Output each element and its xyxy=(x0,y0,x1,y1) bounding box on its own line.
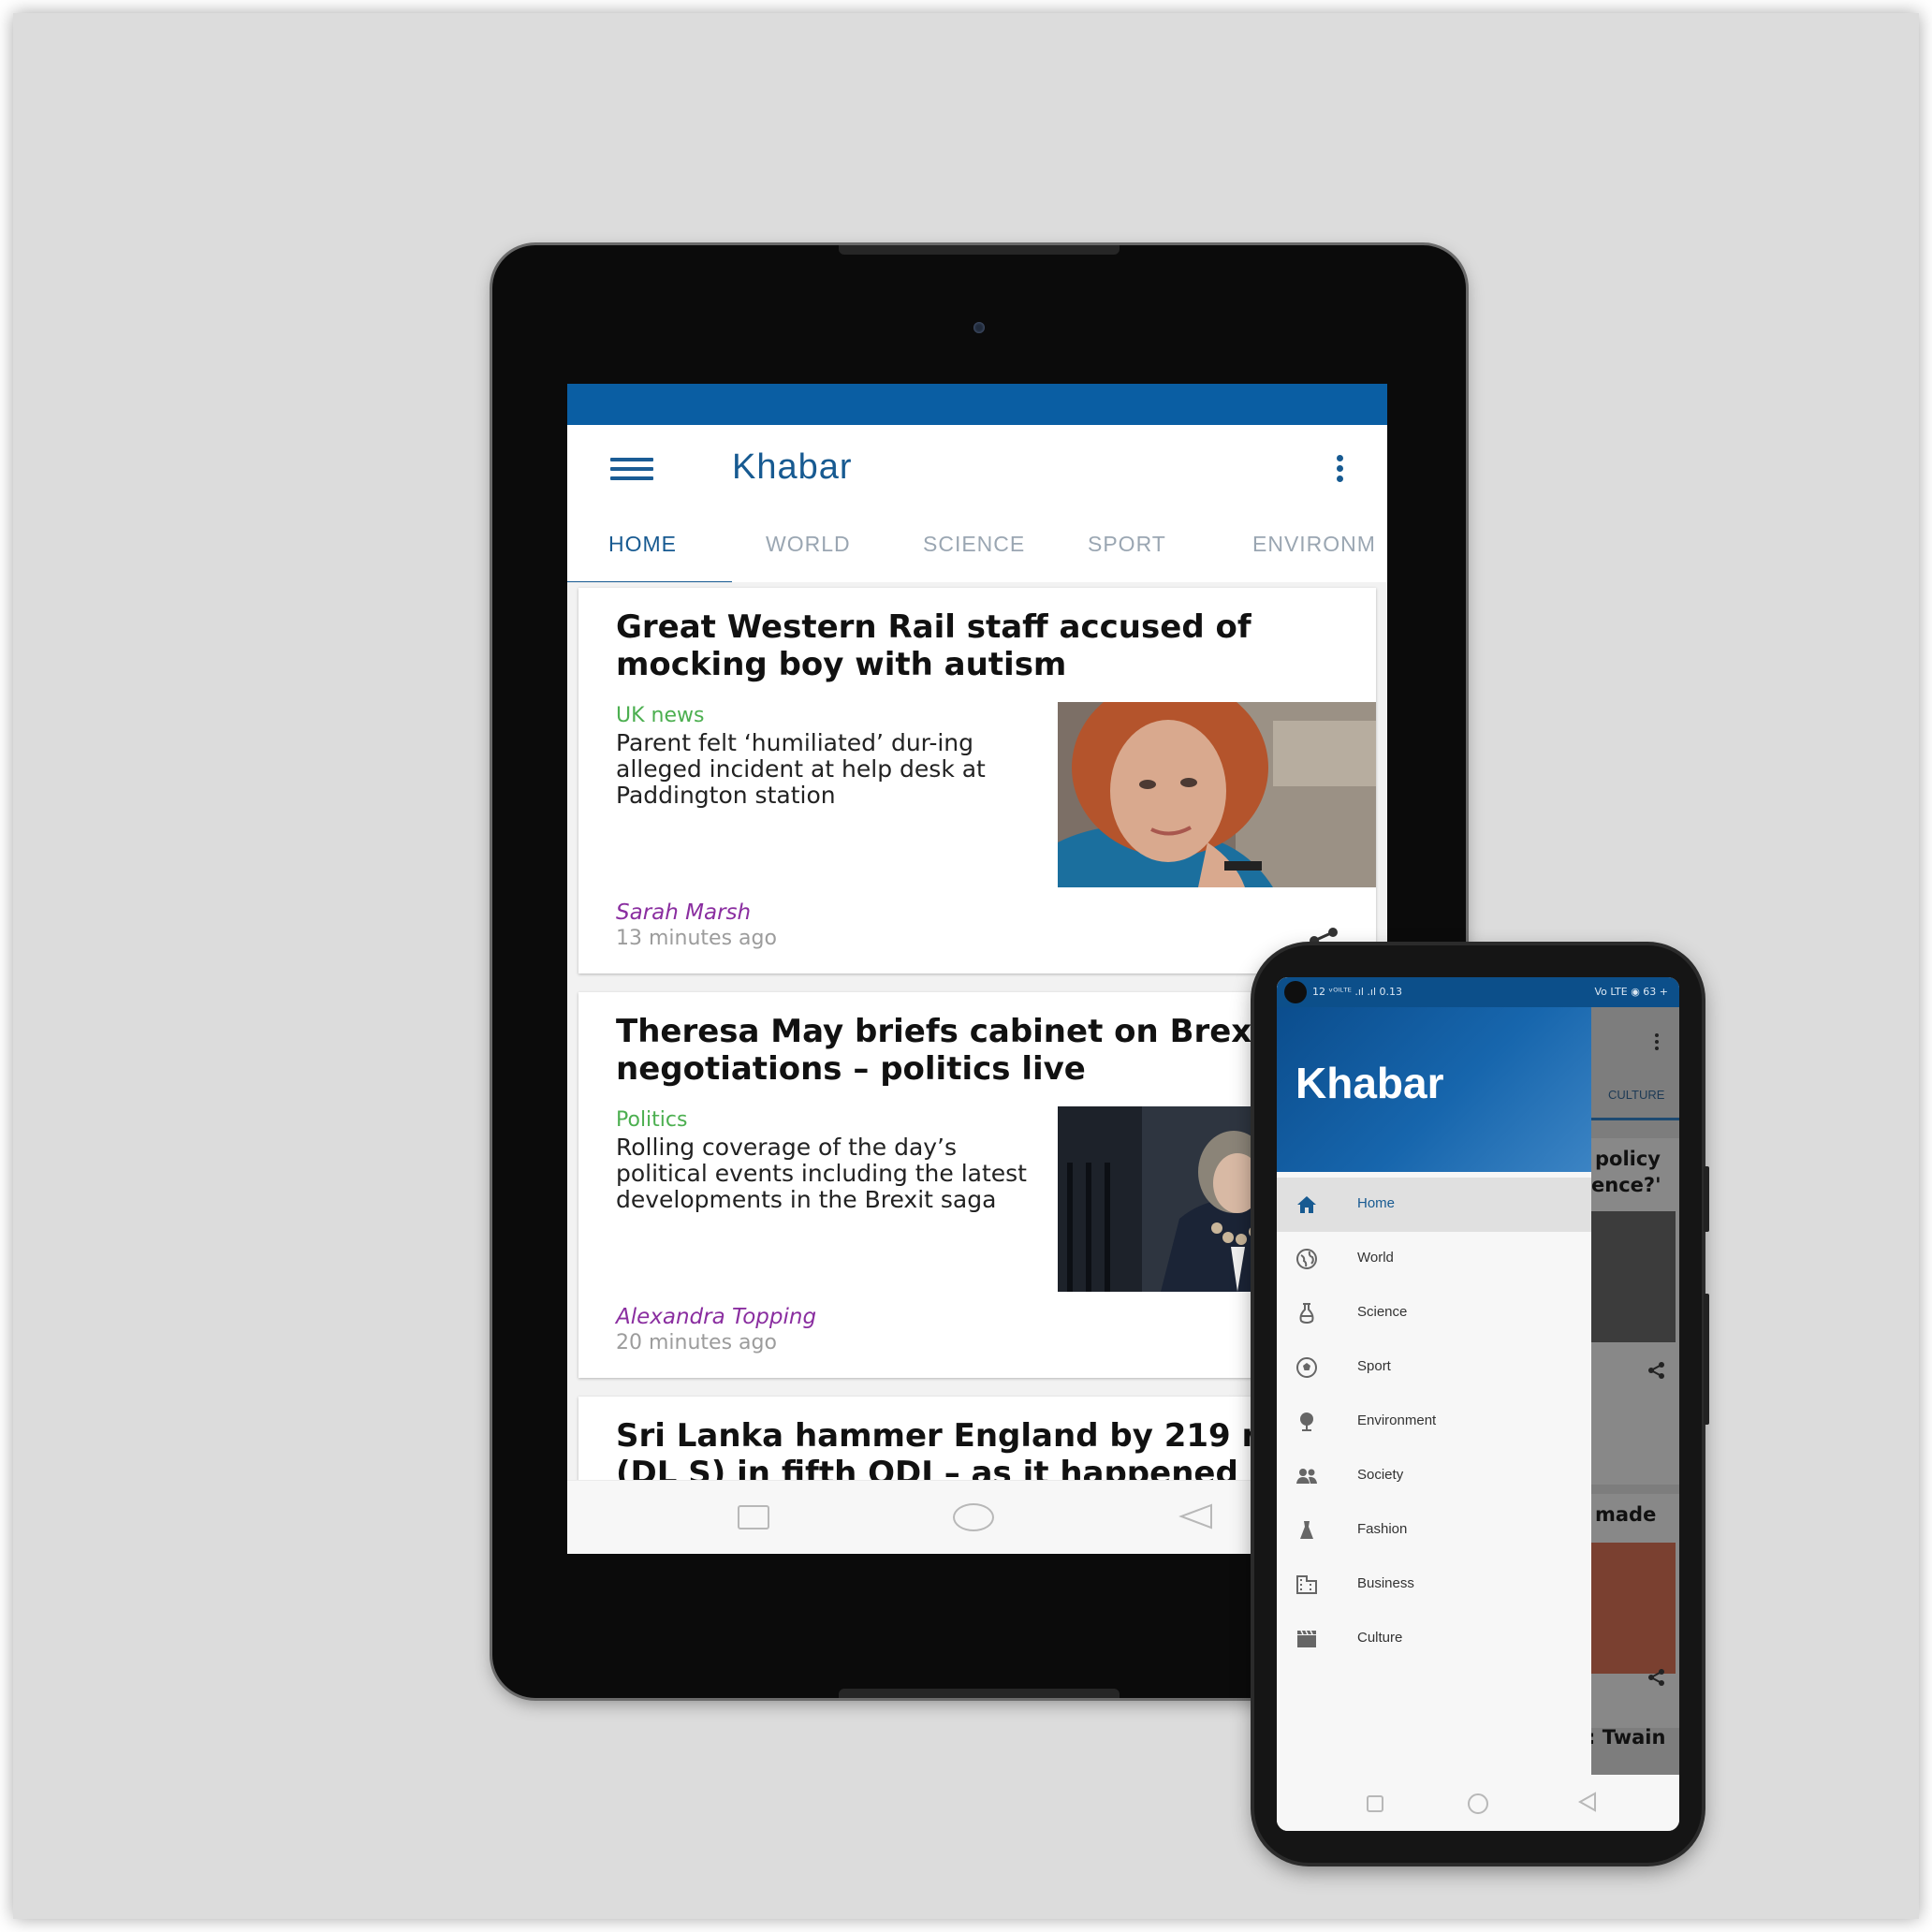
tablet-bezel-bottom xyxy=(839,1689,1120,1698)
dress-icon xyxy=(1295,1519,1318,1542)
peek-text: ence?' xyxy=(1591,1174,1661,1196)
drawer-item-label: Environment xyxy=(1357,1412,1437,1428)
phone-screen: CULTURE policy ence?' made : Twain 12 ᵛᴼ… xyxy=(1277,977,1679,1831)
drawer-item-fashion[interactable]: Fashion xyxy=(1277,1503,1591,1558)
app-title: Khabar xyxy=(732,447,853,487)
share-icon[interactable] xyxy=(1647,1361,1666,1383)
back-nav-icon[interactable] xyxy=(1577,1792,1597,1816)
article-author: Sarah Marsh xyxy=(616,900,752,925)
drawer-item-label: Society xyxy=(1357,1467,1404,1483)
article-time: 20 minutes ago xyxy=(616,1331,777,1354)
tablet-bezel-top xyxy=(839,245,1120,255)
peek-text: : Twain xyxy=(1588,1726,1666,1749)
home-nav-icon[interactable] xyxy=(953,1503,994,1531)
hamburger-menu-icon[interactable] xyxy=(610,458,653,482)
peek-text: policy xyxy=(1595,1148,1661,1170)
phone-device: CULTURE policy ence?' made : Twain 12 ᵛᴼ… xyxy=(1254,945,1709,1863)
article-title[interactable]: Theresa May briefs cabinet on Brexit neg… xyxy=(616,1013,1290,1088)
peek-thumbnail xyxy=(1591,1543,1676,1674)
building-icon xyxy=(1295,1573,1318,1596)
people-icon xyxy=(1295,1465,1318,1487)
article-time: 13 minutes ago xyxy=(616,927,777,950)
tablet-status-bar xyxy=(567,384,1387,425)
article-author: Alexandra Topping xyxy=(616,1305,817,1329)
tab-home[interactable]: HOME xyxy=(608,532,677,557)
drawer-item-label: Home xyxy=(1357,1195,1396,1211)
drawer-item-label: Science xyxy=(1357,1304,1408,1320)
article-title[interactable]: Sri Lanka hammer England by 219 ru (DL S… xyxy=(616,1417,1290,1481)
article-description: Rolling coverage of the day’s political … xyxy=(616,1134,1027,1213)
tab-sport[interactable]: SPORT xyxy=(1088,532,1166,557)
globe-icon xyxy=(1295,1248,1318,1270)
drawer-item-business[interactable]: Business xyxy=(1277,1558,1591,1612)
phone-navigation-bar xyxy=(1277,1775,1679,1831)
peek-text: made xyxy=(1595,1503,1657,1526)
drawer-header: Khabar xyxy=(1277,1007,1591,1172)
article-category: Politics xyxy=(616,1108,688,1132)
tab-culture[interactable]: CULTURE xyxy=(1608,1088,1664,1102)
tablet-app-bar: Khabar xyxy=(567,425,1387,504)
active-tab-indicator xyxy=(1591,1118,1679,1120)
drawer-item-label: World xyxy=(1357,1250,1394,1266)
soccer-ball-icon xyxy=(1295,1356,1318,1379)
drawer-item-society[interactable]: Society xyxy=(1277,1449,1591,1503)
peek-thumbnail xyxy=(1591,1211,1676,1342)
home-icon xyxy=(1295,1193,1318,1216)
drawer-item-culture[interactable]: Culture xyxy=(1277,1612,1591,1666)
front-camera-punch-hole xyxy=(1284,981,1307,1003)
more-options-icon[interactable] xyxy=(1655,1033,1659,1050)
back-nav-icon[interactable] xyxy=(1178,1501,1215,1535)
navigation-drawer: Khabar Home World Science Sport Environm… xyxy=(1277,977,1591,1831)
drawer-item-sport[interactable]: Sport xyxy=(1277,1340,1591,1395)
article-title[interactable]: Great Western Rail staff accused of mock… xyxy=(616,608,1290,683)
clapperboard-icon xyxy=(1295,1628,1318,1650)
share-icon[interactable] xyxy=(1647,1668,1666,1690)
recent-apps-icon[interactable] xyxy=(738,1505,769,1530)
drawer-item-science[interactable]: Science xyxy=(1277,1286,1591,1340)
tab-world[interactable]: WORLD xyxy=(766,532,851,557)
phone-status-bar: 12 ᵛᴼˡᴸᵀᴱ .ıl .ıl 0.13 Vo LTE ◉ 63 + xyxy=(1277,977,1679,1007)
drawer-item-label: Fashion xyxy=(1357,1521,1408,1537)
drawer-item-label: Culture xyxy=(1357,1630,1403,1646)
drawer-item-home[interactable]: Home xyxy=(1277,1178,1591,1232)
tree-icon xyxy=(1295,1411,1318,1433)
article-thumbnail[interactable] xyxy=(1058,702,1376,887)
article-category: UK news xyxy=(616,704,705,727)
home-nav-icon[interactable] xyxy=(1468,1793,1488,1814)
drawer-item-environment[interactable]: Environment xyxy=(1277,1395,1591,1449)
tab-science[interactable]: SCIENCE xyxy=(923,532,1025,557)
status-right-text: Vo LTE ◉ 63 + xyxy=(1594,986,1668,998)
drawer-item-world[interactable]: World xyxy=(1277,1232,1591,1286)
tablet-camera xyxy=(973,322,985,333)
drawer-item-label: Sport xyxy=(1357,1358,1391,1374)
tablet-tab-bar: HOME WORLD SCIENCE SPORT ENVIRONM xyxy=(567,504,1387,585)
article-description: Parent felt ‘humiliated’ dur-ing alleged… xyxy=(616,729,986,809)
drawer-item-label: Business xyxy=(1357,1575,1414,1591)
phone-volume-button xyxy=(1704,1166,1709,1232)
phone-power-button xyxy=(1704,1294,1709,1425)
background-stage: Khabar HOME WORLD SCIENCE SPORT ENVIRONM… xyxy=(13,13,1919,1919)
recent-apps-icon[interactable] xyxy=(1367,1795,1383,1812)
flask-icon xyxy=(1295,1302,1318,1325)
more-options-icon[interactable] xyxy=(1337,455,1344,486)
article-card[interactable]: Great Western Rail staff accused of mock… xyxy=(578,588,1376,973)
tab-environment[interactable]: ENVIRONM xyxy=(1252,532,1376,557)
drawer-title: Khabar xyxy=(1295,1059,1444,1107)
status-left-text: 12 ᵛᴼˡᴸᵀᴱ .ıl .ıl 0.13 xyxy=(1312,986,1403,998)
